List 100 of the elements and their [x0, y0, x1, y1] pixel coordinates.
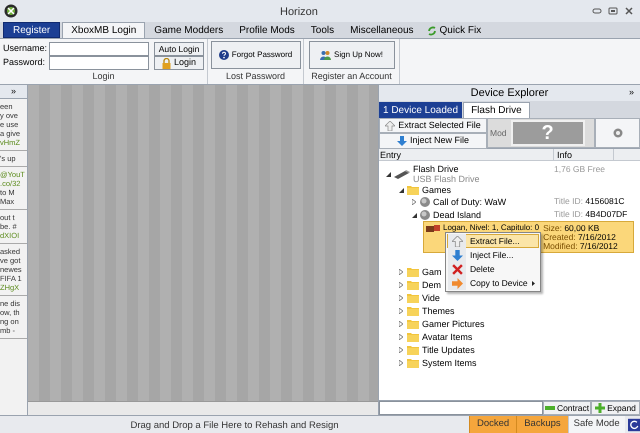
folder-icon — [407, 293, 419, 303]
save-file-icon — [426, 224, 440, 232]
group-caption: Login — [91, 70, 116, 83]
tree-item[interactable]: Themes — [422, 305, 455, 317]
close-icon[interactable] — [624, 7, 634, 15]
tree-item[interactable]: System Items — [422, 357, 477, 369]
maximize-icon[interactable] — [608, 7, 618, 15]
tree-item[interactable]: Avatar Items — [422, 331, 472, 343]
tree-item[interactable]: Dead Island — [433, 209, 482, 221]
column-header[interactable]: Entry — [379, 149, 554, 160]
collapsed-arrow-icon[interactable] — [399, 334, 403, 340]
collapsed-arrow-icon[interactable] — [399, 269, 403, 275]
tree-item[interactable]: Gamer Pictures — [422, 318, 485, 330]
inject-file-button[interactable]: Inject New File — [379, 133, 487, 148]
collapsed-arrow-icon[interactable] — [399, 360, 403, 366]
tab[interactable]: 1 Device Loaded — [379, 102, 462, 118]
tab[interactable]: Register — [3, 22, 60, 38]
expanded-arrow-icon[interactable] — [386, 172, 390, 176]
group-caption: Register an Account — [311, 70, 392, 83]
menu-item[interactable]: Copy to Device — [447, 276, 539, 290]
folder-icon — [407, 185, 419, 195]
login-button[interactable]: Login — [154, 56, 204, 70]
tab[interactable]: Profile Mods — [232, 23, 302, 38]
extract-file-button[interactable]: Extract Selected File — [379, 118, 487, 133]
info-text: Size: 60,00 KB — [543, 224, 600, 233]
plus-icon — [595, 403, 606, 413]
password-field[interactable] — [49, 56, 150, 70]
collapse-panel-button[interactable]: » — [628, 86, 634, 100]
menu-item[interactable]: Extract File... — [447, 234, 539, 248]
filter-field[interactable] — [379, 401, 543, 415]
up-arrow-icon — [385, 120, 396, 130]
folder-icon — [407, 358, 419, 368]
disc-icon — [420, 210, 430, 220]
folder-icon — [407, 332, 419, 342]
info-text: Created: 7/16/2012 — [543, 233, 617, 242]
expand-button[interactable]: Expand — [591, 401, 640, 415]
padlock-icon — [162, 58, 172, 68]
tab[interactable]: XboxMB Login — [62, 22, 146, 38]
mod-label: Mod — [490, 126, 507, 140]
tree-item[interactable]: Title Updates — [422, 344, 475, 356]
down-arrow-icon — [396, 136, 407, 146]
info-text: 1,76 GB Free — [554, 165, 606, 174]
tree-item-label[interactable]: Flash Drive — [413, 164, 480, 174]
folder-icon — [407, 306, 419, 316]
folder-icon — [407, 345, 419, 355]
info-text: Title ID: 4156081C — [554, 197, 625, 206]
expanded-arrow-icon[interactable] — [412, 212, 416, 218]
window-title: Horizon — [280, 5, 318, 20]
people-icon — [320, 50, 332, 60]
disc-icon — [420, 197, 430, 207]
menu-item[interactable]: Delete — [447, 262, 539, 276]
sync-icon[interactable] — [628, 418, 640, 432]
status-toggle[interactable]: Safe Mode — [568, 416, 625, 433]
submenu-arrow-icon — [532, 280, 535, 286]
status-message: Drag and Drop a File Here to Rehash and Resign — [129, 419, 340, 433]
mod-preview: ? — [510, 120, 585, 146]
sign-up-button[interactable]: Sign Up Now! — [308, 41, 394, 69]
collapsed-arrow-icon[interactable] — [399, 295, 403, 301]
tree-item[interactable]: Logan, Nivel: 1, Capitulo: 0 — [443, 223, 540, 233]
column-header[interactable]: Info — [554, 149, 614, 160]
tree-item[interactable]: Games — [422, 184, 452, 196]
right-arrow-icon — [452, 278, 462, 288]
tree-item[interactable]: Vide — [422, 292, 440, 304]
tab[interactable]: Tools — [304, 23, 342, 38]
tree-item[interactable]: Call of Duty: WaW — [433, 196, 506, 208]
minus-icon — [544, 406, 555, 410]
delete-icon — [452, 264, 462, 274]
folder-icon — [407, 267, 419, 277]
collapsed-arrow-icon[interactable] — [412, 199, 416, 205]
settings-button[interactable] — [595, 118, 640, 148]
usb-drive-icon — [394, 170, 410, 178]
tab[interactable]: Game Modders — [147, 23, 230, 38]
forgot-password-button[interactable]: Forgot Password — [210, 41, 300, 69]
tree-item[interactable]: Dem — [422, 279, 442, 291]
group-caption: Lost Password — [226, 70, 286, 82]
help-icon — [218, 50, 229, 60]
settings-icon — [612, 128, 622, 138]
field-label: Password: — [3, 56, 46, 70]
tree-item[interactable]: Gam — [422, 266, 442, 278]
tab[interactable]: Miscellaneous — [343, 23, 421, 38]
folder-icon — [407, 280, 419, 290]
minimize-icon[interactable] — [592, 7, 602, 15]
down-arrow-icon — [452, 250, 462, 260]
status-toggle[interactable]: Docked — [469, 416, 516, 433]
tab[interactable]: Quick Fix — [422, 23, 486, 38]
status-toggle[interactable]: Backups — [516, 416, 568, 433]
collapsed-arrow-icon[interactable] — [399, 282, 403, 288]
field-label: Username: — [3, 42, 48, 56]
collapsed-arrow-icon[interactable] — [399, 347, 403, 353]
collapsed-arrow-icon[interactable] — [399, 308, 403, 314]
auto-login-button[interactable]: Auto Login — [154, 42, 204, 56]
contract-button[interactable]: Contract — [543, 401, 591, 415]
expanded-arrow-icon[interactable] — [398, 188, 404, 192]
collapsed-arrow-icon[interactable] — [399, 321, 403, 327]
expand-panel-button[interactable]: » — [0, 85, 27, 99]
panel-title: Device Explorer — [470, 86, 548, 101]
info-text: Title ID: 4B4D07DF — [554, 210, 628, 219]
tab[interactable]: Flash Drive — [463, 102, 530, 118]
username-field[interactable] — [49, 42, 150, 56]
refresh-icon — [426, 26, 437, 36]
